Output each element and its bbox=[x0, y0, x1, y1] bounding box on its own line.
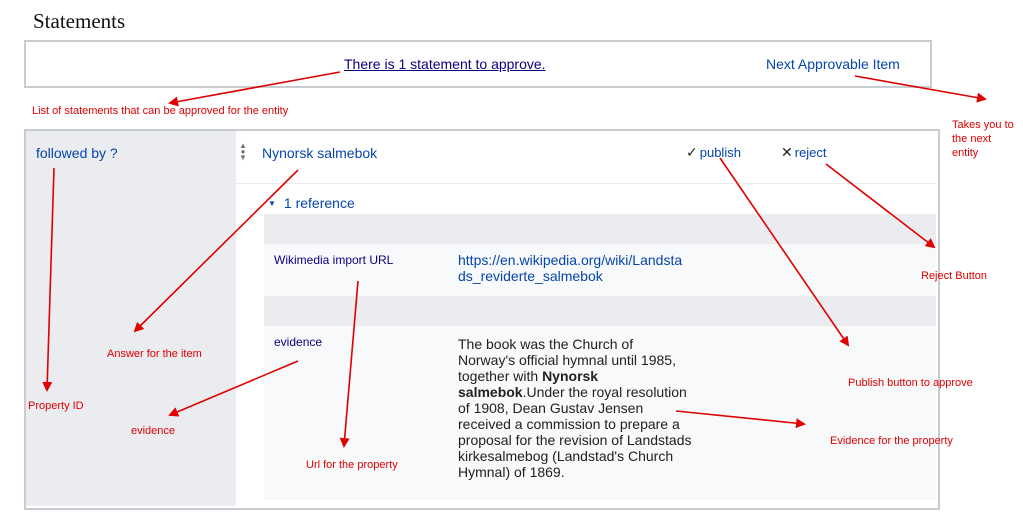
arrow-evidence-property bbox=[675, 410, 806, 429]
arrow-url-property bbox=[339, 280, 359, 448]
annotation-arrows bbox=[42, 71, 987, 448]
arrow-publish bbox=[719, 157, 850, 347]
arrow-reject bbox=[825, 163, 936, 249]
arrow-next-entity bbox=[854, 75, 987, 103]
arrow-answer bbox=[133, 169, 299, 333]
arrow-property-id bbox=[42, 167, 55, 392]
arrow-evidence bbox=[168, 360, 299, 417]
arrow-list bbox=[168, 71, 341, 107]
